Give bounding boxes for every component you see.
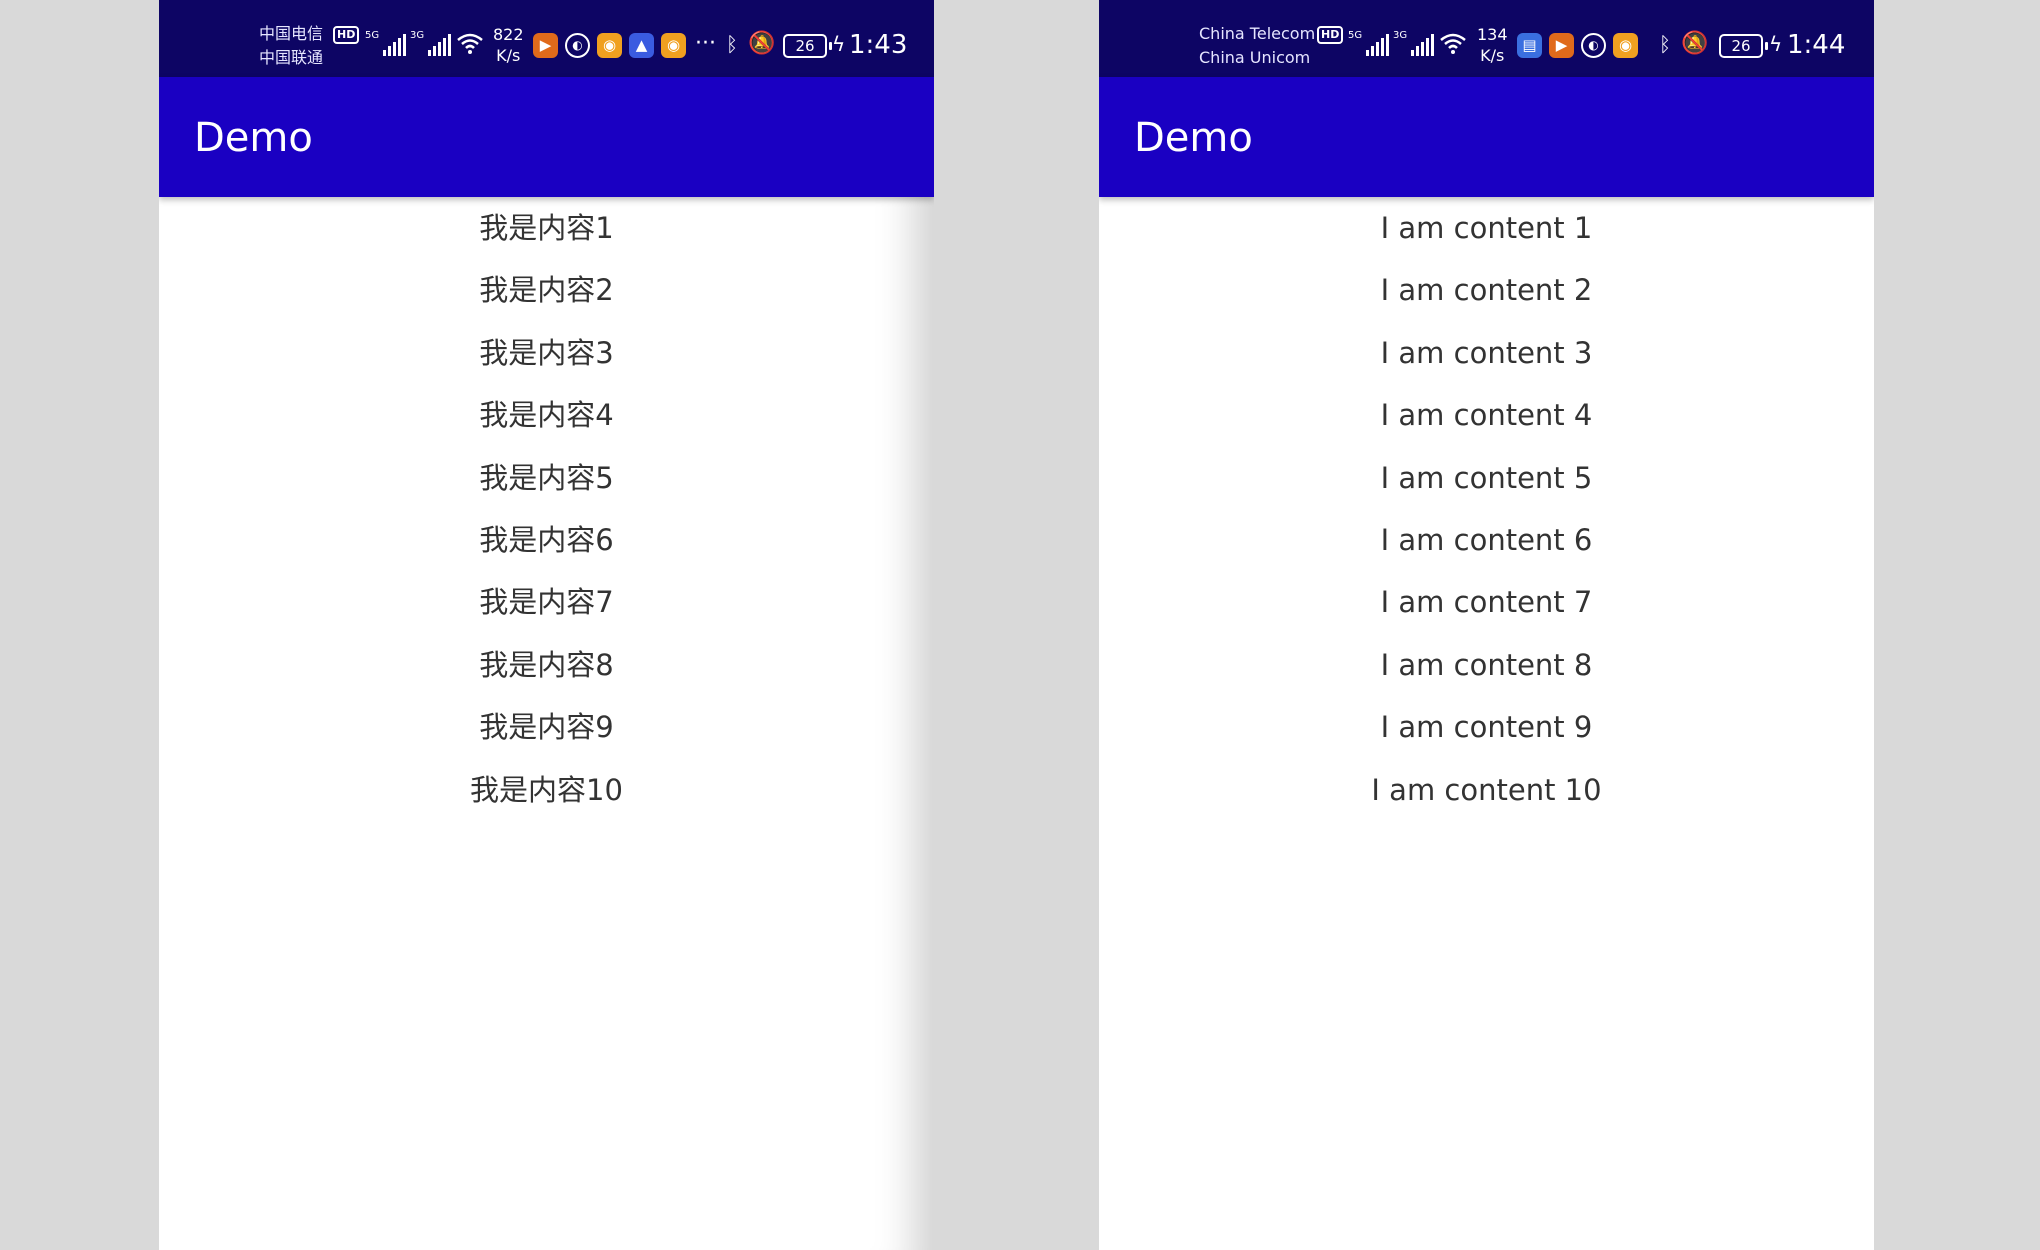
signal-5g-label: 5G [1348, 30, 1363, 41]
signal-3g-label: 3G [1393, 30, 1408, 41]
signal-3g-label: 3G [410, 30, 425, 41]
battery-icon: 26 [783, 34, 832, 58]
status-bar: China Telecom China Unicom HD 5G 3G 134 … [1099, 0, 1874, 77]
education-app-notification-icon: ▲ [629, 33, 654, 58]
charging-icon: ϟ [1769, 32, 1783, 56]
signal-5g-icon: 5G [1348, 30, 1390, 56]
network-speed-unit: K/s [496, 46, 521, 65]
list-item: I am content 6 [1380, 522, 1593, 557]
network-speed-value: 822 [493, 25, 524, 44]
list-item: I am content 1 [1380, 211, 1593, 245]
list-item: I am content 10 [1371, 772, 1602, 807]
list-item: 我是内容3 [479, 335, 614, 370]
bluetooth-icon: ᛒ [726, 32, 738, 56]
hd-voice-icon: HD [333, 26, 360, 44]
video-app-notification-icon: ▶ [1549, 33, 1574, 58]
list-item: 我是内容10 [470, 772, 623, 807]
carrier-secondary: China Unicom [1199, 48, 1311, 67]
wifi-icon [1440, 33, 1466, 54]
list-item: 我是内容9 [479, 710, 614, 745]
bluetooth-icon: ᛒ [1659, 32, 1671, 56]
hd-voice-icon: HD [1317, 26, 1344, 44]
content-list[interactable]: 我是内容1 我是内容2 我是内容3 我是内容4 我是内容5 我是内容6 我是内容… [159, 197, 934, 821]
phone-screen-english: China Telecom China Unicom HD 5G 3G 134 … [1099, 0, 1874, 1250]
list-item: I am content 9 [1380, 710, 1593, 745]
wifi-icon [457, 33, 483, 54]
app-title: Demo [194, 115, 313, 161]
calendar-app-notification-icon: ▤ [1517, 33, 1542, 58]
list-item: I am content 3 [1380, 335, 1593, 370]
list-item: I am content 5 [1380, 460, 1593, 495]
list-item: 我是内容8 [479, 647, 614, 682]
charging-icon: ϟ [832, 32, 846, 56]
mute-bell-icon: 🔕 [1681, 31, 1709, 56]
app-toolbar: Demo [1099, 77, 1874, 197]
carrier-primary: China Telecom [1199, 24, 1316, 43]
weibo-notification-icon: ◉ [597, 33, 622, 58]
status-time: 1:44 [1787, 30, 1846, 60]
signal-5g-label: 5G [365, 30, 380, 41]
carrier-primary: 中国电信 [259, 24, 324, 43]
list-item: I am content 7 [1380, 585, 1593, 620]
network-speed-value: 134 [1477, 25, 1508, 44]
browser-notification-icon: ◐ [565, 33, 590, 58]
list-item: I am content 8 [1380, 647, 1593, 682]
signal-5g-icon: 5G [365, 30, 407, 56]
list-item: 我是内容2 [479, 273, 614, 308]
status-time: 1:43 [849, 30, 908, 60]
carrier-secondary: 中国联通 [259, 48, 324, 67]
app-toolbar: Demo [159, 77, 934, 197]
more-notifications-icon: ··· [695, 31, 716, 56]
phone-screen-chinese: 中国电信 中国联通 HD 5G 3G 822 K/s ▶ ◐ ◉ ▲ ◉ ···… [159, 0, 934, 1250]
content-list[interactable]: I am content 1 I am content 2 I am conte… [1099, 197, 1874, 821]
carrier-names: China Telecom China Unicom [1199, 22, 1315, 70]
list-item: 我是内容6 [479, 522, 614, 557]
carrier-names: 中国电信 中国联通 [259, 22, 323, 70]
browser-notification-icon: ◐ [1581, 33, 1606, 58]
network-speed: 822 K/s [493, 24, 524, 66]
video-app-notification-icon: ▶ [533, 33, 558, 58]
signal-3g-icon: 3G [1393, 30, 1435, 56]
list-item: 我是内容7 [479, 585, 614, 620]
mute-bell-icon: 🔕 [748, 31, 776, 56]
list-item: 我是内容4 [479, 398, 614, 433]
status-bar: 中国电信 中国联通 HD 5G 3G 822 K/s ▶ ◐ ◉ ▲ ◉ ···… [159, 0, 934, 77]
signal-3g-icon: 3G [410, 30, 452, 56]
network-speed: 134 K/s [1477, 24, 1508, 66]
list-item: I am content 2 [1380, 273, 1593, 308]
battery-icon: 26 [1719, 34, 1768, 58]
app-title: Demo [1134, 115, 1253, 161]
list-item: 我是内容5 [479, 460, 614, 495]
weibo-notification-icon: ◉ [1613, 33, 1638, 58]
weibo-notification-icon-2: ◉ [661, 33, 686, 58]
network-speed-unit: K/s [1480, 46, 1505, 65]
list-item: I am content 4 [1380, 398, 1593, 433]
list-item: 我是内容1 [479, 211, 614, 245]
